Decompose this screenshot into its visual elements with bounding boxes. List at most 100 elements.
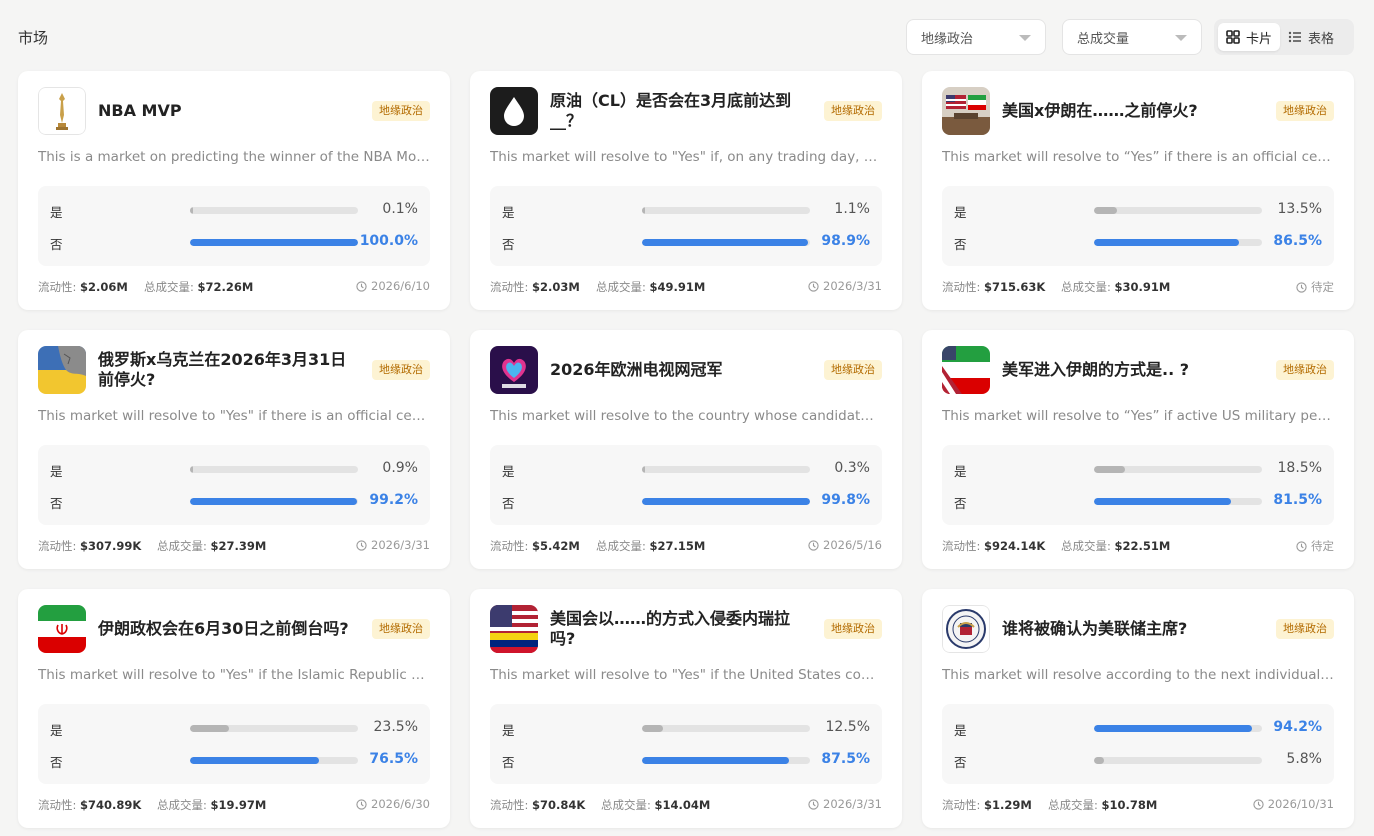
no-outcome-row[interactable]: 否 76.5% [38, 750, 430, 770]
market-description: This market will resolve to “Yes” if act… [942, 408, 1334, 424]
yes-outcome-row[interactable]: 是 0.9% [38, 459, 430, 479]
liquidity-stat: 流动性: $924.14K [942, 538, 1045, 554]
no-label: 否 [954, 755, 967, 770]
table-view-button[interactable]: 表格 [1280, 23, 1342, 51]
market-card[interactable]: 美军进入伊朗的方式是.. ? 地缘政治 This market will res… [922, 330, 1354, 569]
liquidity-stat: 流动性: $70.84K [490, 797, 585, 813]
liquidity-label: 流动性: [38, 539, 77, 553]
yes-probability-bar [190, 725, 358, 732]
yes-probability-bar [642, 725, 810, 732]
yes-outcome-row[interactable]: 是 94.2% [942, 718, 1334, 738]
liquidity-value: $1.29M [984, 798, 1032, 812]
yes-outcome-row[interactable]: 是 0.1% [38, 200, 430, 220]
volume-stat: 总成交量: $10.78M [1048, 797, 1157, 813]
no-probability-bar [1094, 498, 1262, 505]
volume-value: $72.26M [197, 280, 254, 294]
market-card[interactable]: 伊朗政权会在6月30日之前倒台吗? 地缘政治 This market will … [18, 589, 450, 828]
end-date-value: 2026/3/31 [823, 797, 882, 811]
no-bar-fill [190, 498, 357, 505]
end-date: 2026/6/10 [356, 279, 430, 293]
volume-value: $30.91M [1114, 280, 1171, 294]
market-title: 谁将被确认为美联储主席? [1002, 619, 1188, 638]
volume-stat: 总成交量: $72.26M [144, 279, 253, 295]
no-outcome-row[interactable]: 否 98.9% [490, 232, 882, 252]
market-card[interactable]: 2026年欧洲电视网冠军 地缘政治 This market will resol… [470, 330, 902, 569]
volume-stat: 总成交量: $27.15M [596, 538, 705, 554]
yes-outcome-row[interactable]: 是 13.5% [942, 200, 1334, 220]
yes-probability-bar [1094, 725, 1262, 732]
no-outcome-row[interactable]: 否 5.8% [942, 750, 1334, 770]
iran-flag-icon [38, 605, 86, 653]
card-footer: 流动性: $2.03M 总成交量: $49.91M 2026/3/31 [490, 279, 882, 295]
market-title: 2026年欧洲电视网冠军 [550, 360, 723, 379]
no-outcome-row[interactable]: 否 99.2% [38, 491, 430, 511]
yes-outcome-row[interactable]: 是 12.5% [490, 718, 882, 738]
yes-outcome-row[interactable]: 是 0.3% [490, 459, 882, 479]
no-outcome-row[interactable]: 否 87.5% [490, 750, 882, 770]
liquidity-label: 流动性: [38, 798, 77, 812]
yes-label: 是 [502, 723, 515, 738]
end-date: 2026/6/30 [356, 797, 430, 811]
market-card[interactable]: 谁将被确认为美联储主席? 地缘政治 This market will resol… [922, 589, 1354, 828]
no-outcome-row[interactable]: 否 100.0% [38, 232, 430, 252]
market-description: This market will resolve to "Yes" if the… [38, 408, 430, 424]
liquidity-stat: 流动性: $5.42M [490, 538, 580, 554]
no-outcome-row[interactable]: 否 86.5% [942, 232, 1334, 252]
liquidity-value: $924.14K [984, 539, 1046, 553]
volume-label: 总成交量: [596, 280, 646, 294]
no-label: 否 [502, 496, 515, 511]
no-bar-fill [190, 239, 358, 246]
category-tag: 地缘政治 [824, 360, 882, 380]
market-card[interactable]: 原油（CL）是否会在3月底前达到__？ 地缘政治 This market wil… [470, 71, 902, 310]
yes-bar-fill [1094, 725, 1253, 732]
category-filter-dropdown[interactable]: 地缘政治 [906, 19, 1046, 55]
liquidity-stat: 流动性: $2.06M [38, 279, 128, 295]
odds-box: 是 0.9% 否 99.2% [38, 445, 430, 525]
yes-outcome-row[interactable]: 是 23.5% [38, 718, 430, 738]
volume-label: 总成交量: [1061, 280, 1111, 294]
no-bar-fill [642, 498, 810, 505]
market-description: This market will resolve to "Yes" if the… [38, 667, 430, 683]
market-description: This market will resolve to “Yes” if the… [942, 149, 1334, 165]
end-date-value: 2026/6/10 [371, 279, 430, 293]
liquidity-value: $715.63K [984, 280, 1046, 294]
market-card[interactable]: 美国x伊朗在……之前停火? 地缘政治 This market will reso… [922, 71, 1354, 310]
yes-percentage: 0.1% [382, 201, 418, 217]
yes-label: 是 [954, 205, 967, 220]
yes-probability-bar [642, 207, 810, 214]
yes-outcome-row[interactable]: 是 18.5% [942, 459, 1334, 479]
market-card[interactable]: 俄罗斯x乌克兰在2026年3月31日前停火? 地缘政治 This market … [18, 330, 450, 569]
yes-probability-bar [190, 207, 358, 214]
liquidity-label: 流动性: [942, 280, 981, 294]
sort-dropdown[interactable]: 总成交量 [1062, 19, 1202, 55]
yes-percentage: 13.5% [1277, 201, 1322, 217]
no-label: 否 [50, 496, 63, 511]
liquidity-value: $5.42M [532, 539, 580, 553]
no-percentage: 5.8% [1286, 751, 1322, 767]
no-probability-bar [1094, 239, 1262, 246]
end-date-value: 待定 [1311, 539, 1334, 553]
yes-probability-bar [190, 466, 358, 473]
liquidity-stat: 流动性: $740.89K [38, 797, 141, 813]
volume-value: $14.04M [654, 798, 711, 812]
market-description: This market will resolve to the country … [490, 408, 882, 424]
end-date: 2026/3/31 [808, 797, 882, 811]
end-date-value: 2026/3/31 [823, 279, 882, 293]
market-card[interactable]: NBA MVP 地缘政治 This is a market on predict… [18, 71, 450, 310]
no-outcome-row[interactable]: 否 99.8% [490, 491, 882, 511]
end-date-value: 待定 [1311, 280, 1334, 294]
yes-label: 是 [50, 464, 63, 479]
market-card[interactable]: 美国会以……的方式入侵委内瑞拉吗? 地缘政治 This market will … [470, 589, 902, 828]
federal-reserve-seal-icon [942, 605, 990, 653]
volume-value: $27.15M [649, 539, 706, 553]
card-view-button[interactable]: 卡片 [1218, 23, 1281, 51]
liquidity-stat: 流动性: $715.63K [942, 279, 1045, 295]
volume-stat: 总成交量: $49.91M [596, 279, 705, 295]
category-tag: 地缘政治 [372, 619, 430, 639]
category-filter-value: 地缘政治 [921, 31, 974, 47]
yes-bar-fill [1094, 207, 1117, 214]
no-outcome-row[interactable]: 否 81.5% [942, 491, 1334, 511]
no-bar-fill [1094, 239, 1240, 246]
odds-box: 是 94.2% 否 5.8% [942, 704, 1334, 784]
yes-outcome-row[interactable]: 是 1.1% [490, 200, 882, 220]
